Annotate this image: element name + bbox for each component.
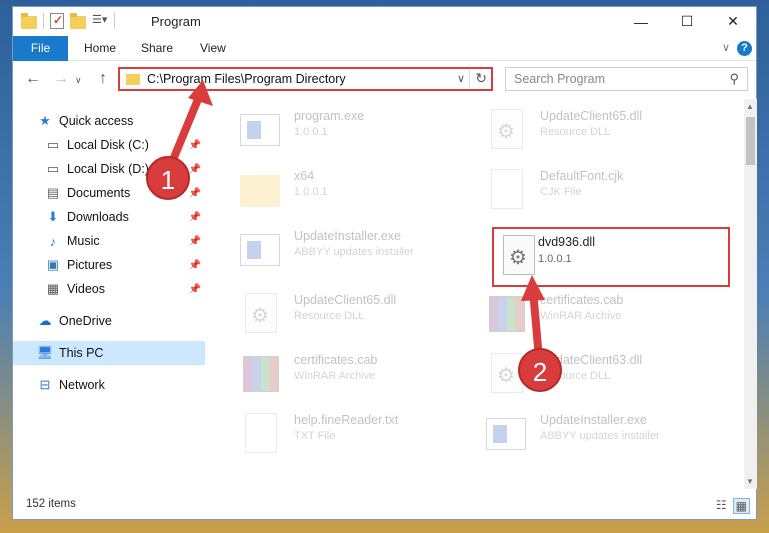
dll-icon: ⚙ bbox=[498, 235, 540, 277]
pin-icon[interactable]: 📌 bbox=[189, 212, 201, 223]
folder-icon bbox=[21, 12, 37, 29]
title-bar: ☰▾ Program — ☐ ✕ bbox=[13, 7, 756, 36]
view-switcher: ☷ ▦ bbox=[716, 498, 750, 514]
sidebar-item-this-pc[interactable]: 🖥 This PC bbox=[13, 341, 205, 365]
minimize-button[interactable]: — bbox=[618, 7, 664, 36]
pin-icon[interactable]: 📌 bbox=[189, 236, 201, 247]
sidebar-item-onedrive[interactable]: ☁ OneDrive bbox=[13, 309, 205, 333]
vertical-scrollbar[interactable]: ▲ ▼ bbox=[744, 99, 757, 489]
file-item-x64[interactable]: x64 1.0.0.1 bbox=[236, 161, 476, 219]
new-folder-icon[interactable] bbox=[70, 12, 86, 29]
divider bbox=[114, 13, 115, 29]
archive-icon bbox=[240, 353, 282, 395]
customize-toolbar-icon[interactable]: ☰▾ bbox=[92, 13, 108, 29]
explorer-window: ☰▾ Program — ☐ ✕ File Home Share View ∨ … bbox=[12, 6, 757, 520]
exe-icon bbox=[240, 109, 282, 151]
status-bar: 152 items ☷ ▦ bbox=[13, 493, 756, 519]
file-icon bbox=[486, 169, 528, 211]
annotation-badge-2: 2 bbox=[518, 348, 562, 392]
computer-icon: 🖥 bbox=[36, 345, 54, 360]
ribbon-tabs: File Home Share View ∨ ? bbox=[13, 36, 756, 61]
file-list: program.exe 1.0.0.1 ⚙ UpdateClient65.dll… bbox=[210, 99, 746, 489]
sidebar-item-videos[interactable]: ▦ Videos 📌 bbox=[13, 277, 205, 301]
up-arrow-icon[interactable]: ↑ bbox=[99, 70, 107, 88]
chevron-down-icon[interactable]: ∨ bbox=[457, 72, 465, 85]
file-item-program-exe[interactable]: program.exe 1.0.0.1 bbox=[236, 101, 476, 159]
search-icon[interactable]: ⚲ bbox=[729, 71, 739, 87]
cloud-icon: ☁ bbox=[38, 313, 52, 328]
caption-buttons: — ☐ ✕ bbox=[618, 7, 756, 36]
close-button[interactable]: ✕ bbox=[710, 7, 756, 36]
file-item-updateinstaller-exe[interactable]: UpdateInstaller.exe ABBYY updates instal… bbox=[482, 405, 722, 463]
expand-ribbon-icon[interactable]: ∨ bbox=[722, 41, 730, 54]
pictures-icon: ▣ bbox=[46, 257, 60, 272]
network-icon: ⊟ bbox=[39, 377, 51, 392]
forward-arrow-icon[interactable]: → bbox=[53, 70, 69, 88]
documents-icon: ▤ bbox=[46, 185, 60, 200]
sidebar-item-music[interactable]: ♪ Music 📌 bbox=[13, 229, 205, 253]
sidebar-item-local-disk-c[interactable]: ▭ Local Disk (C:) 📌 bbox=[13, 133, 205, 157]
maximize-button[interactable]: ☐ bbox=[664, 7, 710, 36]
tiles-view-icon[interactable]: ▦ bbox=[732, 498, 750, 514]
details-view-icon[interactable]: ☷ bbox=[716, 498, 727, 514]
pin-icon[interactable]: 📌 bbox=[189, 164, 201, 175]
download-icon: ⬇ bbox=[47, 209, 59, 224]
pin-icon[interactable]: 📌 bbox=[189, 140, 201, 151]
refresh-icon[interactable]: ↻ bbox=[469, 70, 487, 87]
star-icon: ★ bbox=[39, 113, 51, 128]
sidebar-item-quick-access[interactable]: ★ Quick access bbox=[13, 109, 205, 133]
sidebar-item-network[interactable]: ⊟ Network bbox=[13, 373, 205, 397]
properties-icon[interactable] bbox=[50, 13, 64, 29]
tab-share[interactable]: Share bbox=[127, 36, 187, 61]
annotation-badge-1: 1 bbox=[146, 156, 190, 200]
search-placeholder: Search Program bbox=[514, 72, 606, 86]
scroll-down-icon[interactable]: ▼ bbox=[746, 477, 754, 486]
music-icon: ♪ bbox=[49, 233, 57, 249]
scrollbar-thumb[interactable] bbox=[746, 117, 755, 165]
pin-icon[interactable]: 📌 bbox=[189, 284, 201, 295]
tab-file[interactable]: File bbox=[13, 36, 68, 61]
quick-access-toolbar: ☰▾ bbox=[21, 12, 115, 29]
divider bbox=[43, 13, 44, 29]
scroll-up-icon[interactable]: ▲ bbox=[746, 102, 754, 111]
sidebar-item-pictures[interactable]: ▣ Pictures 📌 bbox=[13, 253, 205, 277]
item-count: 152 items bbox=[26, 498, 76, 510]
file-item-certificates-cab[interactable]: certificates.cab WinRAR Archive bbox=[482, 285, 722, 343]
drive-icon: ▭ bbox=[46, 161, 60, 176]
file-item-updateinstaller-exe[interactable]: UpdateInstaller.exe ABBYY updates instal… bbox=[236, 221, 476, 279]
dll-icon: ⚙ bbox=[486, 109, 528, 151]
videos-icon: ▦ bbox=[46, 281, 60, 296]
search-input[interactable]: Search Program ⚲ bbox=[505, 67, 748, 91]
file-item-certificates-cab[interactable]: certificates.cab WinRAR Archive bbox=[236, 345, 476, 403]
sidebar-item-downloads[interactable]: ⬇ Downloads 📌 bbox=[13, 205, 205, 229]
address-bar[interactable]: C:\Program Files\Program Directory ∨ ↻ bbox=[118, 67, 493, 91]
drive-icon: ▭ bbox=[46, 137, 60, 152]
file-item-updateclient65-dll[interactable]: ⚙ UpdateClient65.dll Resource DLL bbox=[482, 101, 722, 159]
tab-view[interactable]: View bbox=[186, 36, 240, 61]
window-title: Program bbox=[151, 14, 201, 29]
text-file-icon bbox=[240, 413, 282, 455]
file-item-updateclient65-dll[interactable]: ⚙ UpdateClient65.dll Resource DLL bbox=[236, 285, 476, 343]
file-item-help-finereader-txt[interactable]: help.fineReader.txt TXT File bbox=[236, 405, 476, 463]
file-item-defaultfont-cjk[interactable]: DefaultFont.cjk CJK File bbox=[482, 161, 722, 219]
recent-locations-icon[interactable]: ∨ bbox=[75, 75, 82, 86]
exe-icon bbox=[240, 229, 282, 271]
pin-icon[interactable]: 📌 bbox=[189, 260, 201, 271]
folder-icon bbox=[240, 169, 282, 211]
tab-home[interactable]: Home bbox=[70, 36, 130, 61]
archive-icon bbox=[486, 293, 528, 335]
navigation-bar: ← → ∨ ↑ C:\Program Files\Program Directo… bbox=[13, 65, 756, 93]
address-path: C:\Program Files\Program Directory bbox=[147, 72, 346, 86]
pin-icon[interactable]: 📌 bbox=[189, 188, 201, 199]
back-arrow-icon[interactable]: ← bbox=[25, 70, 41, 88]
dll-icon: ⚙ bbox=[240, 293, 282, 335]
exe-icon bbox=[486, 413, 528, 455]
help-icon[interactable]: ? bbox=[737, 41, 752, 56]
file-item-dvd936-dll[interactable]: ⚙ dvd936.dll 1.0.0.1 bbox=[492, 227, 730, 287]
folder-icon bbox=[126, 74, 140, 85]
